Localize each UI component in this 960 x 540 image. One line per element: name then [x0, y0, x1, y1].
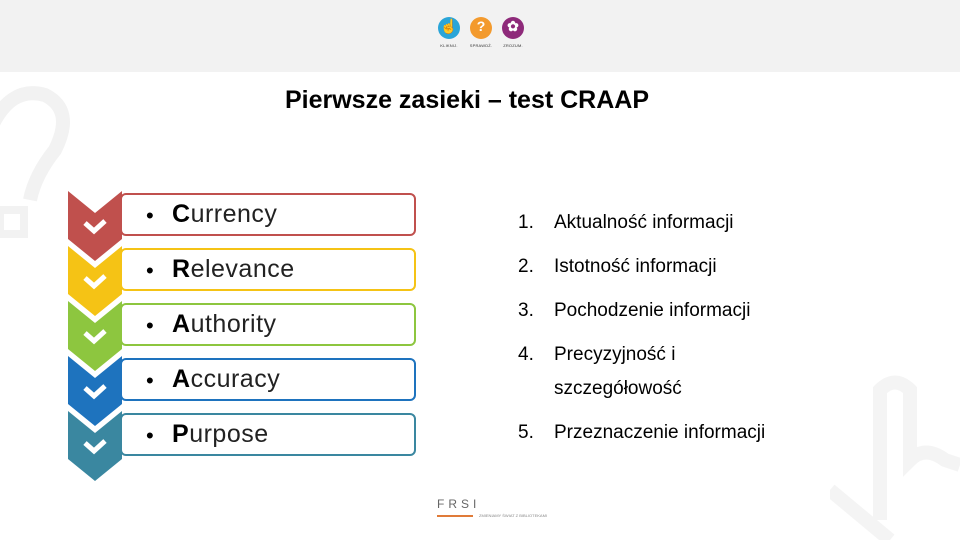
- craap-item-authority: • Authority: [120, 303, 416, 346]
- logo-group: ☝ KLIKNIJ. ? SPRAWDŹ. ✿ ZROZUM.: [436, 17, 526, 57]
- list-text: Istotność informacji: [554, 256, 717, 277]
- list-item: 4. Precyzyjność i szczegółowość: [518, 338, 754, 406]
- logo-zrozum: ✿ ZROZUM.: [500, 17, 526, 57]
- rest: urpose: [189, 420, 269, 448]
- bullet: •: [146, 313, 154, 338]
- initial: P: [172, 420, 190, 448]
- pointing-hand-icon: ☝: [438, 17, 460, 39]
- list-number: 2.: [518, 256, 534, 277]
- frsi-logo: FRSI ZMIENIAMY ŚWIAT Z BIBLIOTEKAMI: [437, 497, 547, 527]
- list-number: 4.: [518, 344, 534, 365]
- craap-item-purpose: • Purpose: [120, 413, 416, 456]
- list-text: Precyzyjność i szczegółowość: [554, 344, 682, 399]
- frsi-brand: FRSI: [437, 497, 481, 511]
- logo-sprawdz: ? SPRAWDŹ.: [468, 17, 494, 57]
- bullet: •: [146, 203, 154, 228]
- logo-label: SPRAWDŹ.: [469, 43, 493, 48]
- initial: R: [172, 255, 191, 283]
- list-item: 5. Przeznaczenie informacji: [518, 416, 838, 450]
- page-title: Pierwsze zasieki – test CRAAP: [284, 86, 650, 114]
- list-number: 1.: [518, 212, 534, 233]
- bullet: •: [146, 258, 154, 283]
- initial: A: [172, 310, 191, 338]
- craap-item-accuracy: • Accuracy: [120, 358, 416, 401]
- rest: elevance: [190, 255, 295, 283]
- frsi-tagline: ZMIENIAMY ŚWIAT Z BIBLIOTEKAMI: [479, 513, 548, 518]
- bullet: •: [146, 368, 154, 393]
- craap-word: Currency: [172, 200, 277, 229]
- list-text: Przeznaczenie informacji: [554, 422, 766, 443]
- list-number: 3.: [518, 300, 534, 321]
- list-text: Aktualność informacji: [554, 212, 734, 233]
- numbered-list: 1. Aktualność informacji 2. Istotność in…: [518, 206, 838, 450]
- logo-label: ZROZUM.: [503, 43, 523, 48]
- craap-word: Authority: [172, 310, 277, 339]
- initial: A: [172, 365, 191, 393]
- logo-label: KLIKNIJ.: [440, 43, 458, 48]
- craap-word: Purpose: [172, 420, 269, 449]
- list-text: Pochodzenie informacji: [554, 300, 751, 321]
- craap-word: Accuracy: [172, 365, 280, 394]
- list-item: 2. Istotność informacji: [518, 250, 838, 284]
- bullet: •: [146, 423, 154, 448]
- logo-kliknij: ☝ KLIKNIJ.: [436, 17, 462, 57]
- chevron-check-icon: [68, 411, 122, 481]
- craap-word: Relevance: [172, 255, 295, 284]
- hand-watermark-icon: [830, 375, 960, 540]
- brain-icon: ✿: [502, 17, 524, 39]
- list-item: 1. Aktualność informacji: [518, 206, 838, 240]
- list-item: 3. Pochodzenie informacji: [518, 294, 838, 328]
- rest: urrency: [190, 200, 278, 228]
- initial: C: [172, 200, 191, 228]
- frsi-accent-line: [437, 515, 473, 517]
- rest: ccuracy: [190, 365, 281, 393]
- header-bar: ☝ KLIKNIJ. ? SPRAWDŹ. ✿ ZROZUM.: [0, 0, 960, 72]
- craap-item-currency: • Currency: [120, 193, 416, 236]
- craap-item-relevance: • Relevance: [120, 248, 416, 291]
- list-number: 5.: [518, 422, 534, 443]
- rest: uthority: [190, 310, 277, 338]
- question-mark-icon: ?: [470, 17, 492, 39]
